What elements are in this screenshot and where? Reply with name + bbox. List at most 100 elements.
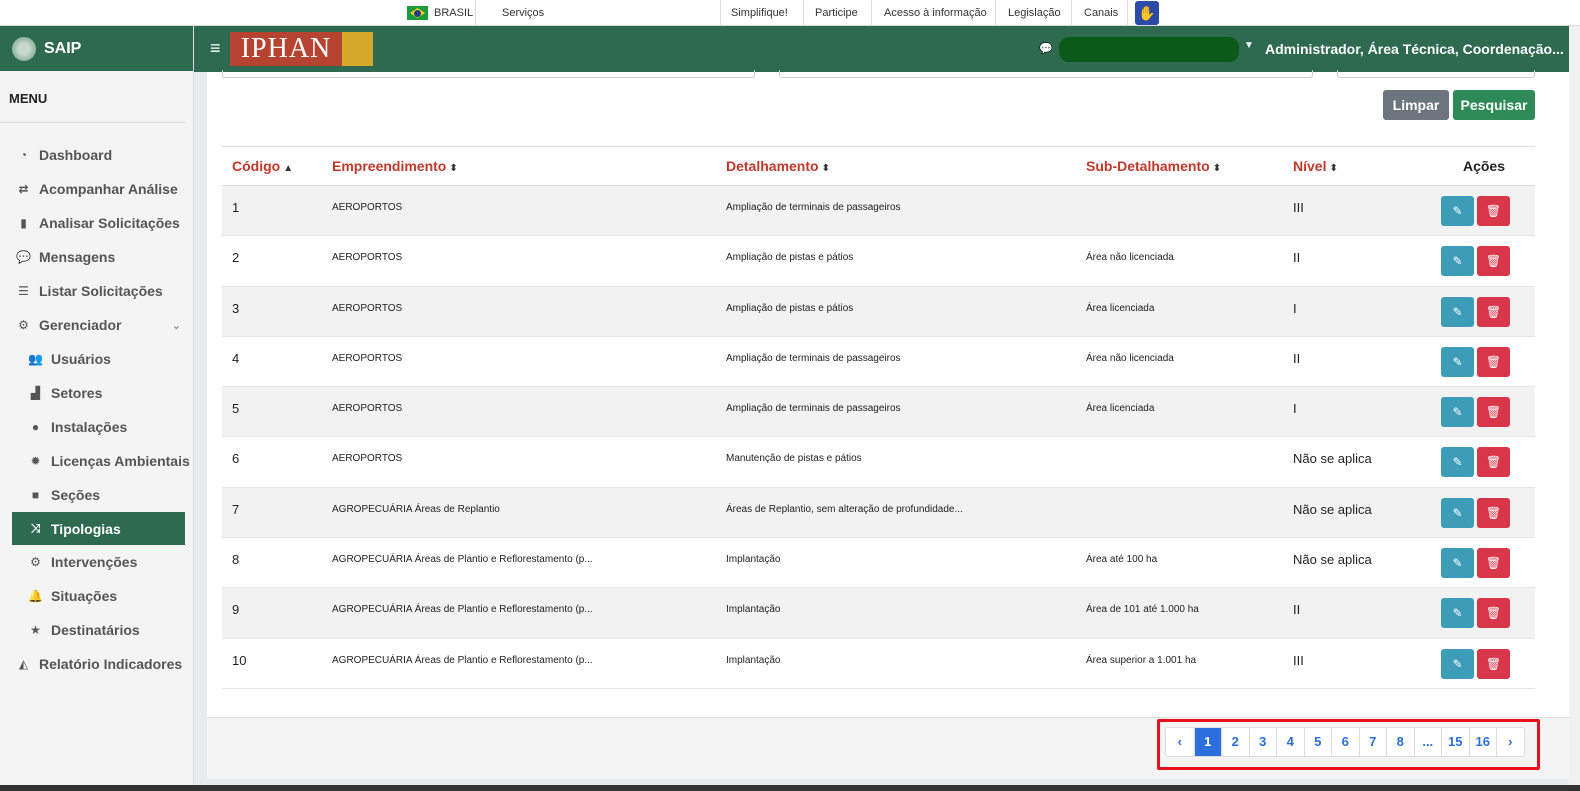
brand-bar[interactable]: SAIP [0,26,193,71]
hand-sign-icon[interactable]: ✋ [1135,1,1159,25]
trash-icon[interactable]: 🗑 [1477,497,1510,528]
edit-icon[interactable]: ✎ [1441,497,1474,528]
cell-sub-detalhamento [1076,487,1283,539]
sidebar-item-usuarios[interactable]: 👥 Usuários [0,342,193,376]
sidebar-item-destinatarios[interactable]: ★ Destinatários [0,613,193,647]
hamburger-menu-icon[interactable]: ≡ [210,38,221,59]
dashboard-icon: ◔ [19,148,28,162]
trash-icon[interactable]: 🗑 [1477,296,1510,327]
legislacao-link[interactable]: Legislação [1008,7,1061,19]
cell-detalhamento: Ampliação de terminais de passageiros [716,386,1076,438]
table-row: 5 AEROPORTOS Ampliação de terminais de pas… [222,386,1535,438]
trash-icon[interactable]: 🗑 [1477,246,1510,277]
participe-link[interactable]: Participe [815,7,858,19]
edit-icon[interactable]: ✎ [1441,598,1474,629]
iphan-logo[interactable]: IPHAN [230,32,373,66]
sidebar-item-secoes[interactable]: ■ Seções [0,478,193,512]
sort-icon[interactable]: ⬍ [822,163,830,174]
comments-icon[interactable]: 💬 [1039,42,1053,55]
sidebar-item-dashboard[interactable]: ◔ Dashboard [0,138,193,172]
limpar-button[interactable]: Limpar [1383,90,1449,120]
sidebar-item-acompanhar-analise[interactable]: ⇄ Acompanhar Análise [0,172,193,206]
sidebar-item-gerenciador[interactable]: ⚙ Gerenciador ⌄ [0,308,193,342]
header-detalhamento[interactable]: Detalhamento ⬍ [716,146,1076,186]
trash-icon[interactable]: 🗑 [1477,648,1510,679]
edit-icon[interactable]: ✎ [1441,447,1474,478]
sidebar-item-label: Mensagens [39,249,116,265]
cell-sub-detalhamento: Área licenciada [1076,286,1283,337]
edit-icon[interactable]: ✎ [1441,296,1474,327]
cell-sub-detalhamento: Área de 101 até 1.000 ha [1076,587,1283,639]
user-role-label[interactable]: Administrador, Área Técnica, Coordenação… [1265,41,1564,57]
sidebar-item-label: Licenças Ambientais [51,453,190,469]
header-sub-detalhamento[interactable]: Sub-Detalhamento ⬍ [1076,146,1283,186]
trash-icon[interactable]: 🗑 [1477,598,1510,629]
cell-acoes: ✎ 🗑 [1423,487,1535,539]
trash-icon[interactable]: 🗑 [1477,196,1510,226]
edit-icon[interactable]: ✎ [1441,196,1474,226]
cell-sub-detalhamento: Área não licenciada [1076,336,1283,388]
cell-detalhamento: Implantação [716,587,1076,639]
cell-empreendimento: AGROPECUÁRIA Áreas de Replantio [322,487,716,539]
sort-asc-icon[interactable]: ▲ [283,163,293,174]
sidebar-item-setores[interactable]: ▟ Setores [0,376,193,410]
cell-detalhamento: Manutenção de pistas e pátios [716,436,1076,488]
cell-empreendimento: AEROPORTOS [322,436,716,488]
sidebar-item-label: Situações [51,588,118,604]
sidebar-item-tipologias[interactable]: ⤨ Tipologias [12,512,185,545]
brasil-link[interactable]: BRASIL [407,6,473,20]
iphan-logo-gold [342,32,373,66]
cell-codigo: 2 [222,235,322,287]
trash-icon[interactable]: 🗑 [1477,447,1510,478]
filter-input-3[interactable] [1337,70,1535,78]
trash-icon[interactable]: 🗑 [1477,346,1510,377]
cell-detalhamento: Ampliação de pistas e pátios [716,286,1076,337]
edit-icon[interactable]: ✎ [1441,548,1474,579]
sort-icon[interactable]: ⬍ [449,163,457,174]
sidebar-item-intervencoes[interactable]: ⚙ Intervenções [0,545,193,579]
sidebar-item-situacoes[interactable]: 🔔 Situações [0,579,193,613]
cell-nivel: II [1283,235,1423,287]
sort-icon[interactable]: ⬍ [1329,163,1337,174]
trash-icon[interactable]: 🗑 [1477,397,1510,428]
edit-icon[interactable]: ✎ [1441,648,1474,679]
edit-icon[interactable]: ✎ [1441,346,1474,377]
cell-sub-detalhamento: Área até 100 ha [1076,537,1283,589]
sidebar-item-mensagens[interactable]: 💬 Mensagens [0,240,193,274]
sidebar-item-licencas-ambientais[interactable]: ✹ Licenças Ambientais [0,444,193,478]
sidebar-item-label: Destinatários [51,622,140,638]
caret-down-icon[interactable]: ▼ [1244,40,1254,51]
table-row: 1 AEROPORTOS Ampliação de terminais de pas… [222,185,1535,237]
sidebar-item-instalacoes[interactable]: ● Instalações [0,410,193,444]
sidebar-item-relatorio-indicadores[interactable]: ◭ Relatório Indicadores [0,647,193,681]
trash-icon[interactable]: 🗑 [1477,548,1510,579]
cell-nivel: II [1283,587,1423,639]
filter-input-1[interactable] [222,70,755,78]
sidebar-item-listar-solicitacoes[interactable]: ☰ Listar Solicitações [0,274,193,308]
header-empreendimento[interactable]: Empreendimento ⬍ [322,146,716,186]
square-icon: ■ [31,488,40,502]
cell-acoes: ✎ 🗑 [1423,185,1535,237]
scrollbar[interactable] [1569,26,1580,791]
pesquisar-button[interactable]: Pesquisar [1453,90,1535,120]
cell-nivel: Não se aplica [1283,487,1423,539]
edit-icon[interactable]: ✎ [1441,397,1474,428]
canais-link[interactable]: Canais [1084,7,1118,19]
redacted-user-field[interactable] [1059,37,1239,62]
iphan-logo-text: IPHAN [230,32,342,66]
tipologias-table: Código ▲ Empreendimento ⬍ Detalhamento ⬍ Su… [222,146,1535,689]
acesso-informacao-link[interactable]: Acesso à informação [884,7,987,19]
header-nivel[interactable]: Nível ⬍ [1283,146,1423,186]
sidebar-item-label: Analisar Solicitações [39,215,180,231]
sidebar-item-analisar-solicitacoes[interactable]: ▮ Analisar Solicitações [0,206,193,240]
filter-input-2[interactable] [779,70,1313,78]
header-codigo[interactable]: Código ▲ [222,146,322,186]
simplifique-link[interactable]: Simplifique! [731,7,788,19]
sort-icon[interactable]: ⬍ [1213,163,1221,174]
table-row: 10 AGROPECUÁRIA Áreas de Plantio e Reflor… [222,638,1535,689]
servicos-link[interactable]: Serviços [502,7,544,19]
cell-codigo: 4 [222,336,322,388]
edit-icon[interactable]: ✎ [1441,246,1474,277]
header-acoes: Ações [1423,146,1535,186]
chevron-down-icon[interactable]: ⌄ [172,319,181,332]
